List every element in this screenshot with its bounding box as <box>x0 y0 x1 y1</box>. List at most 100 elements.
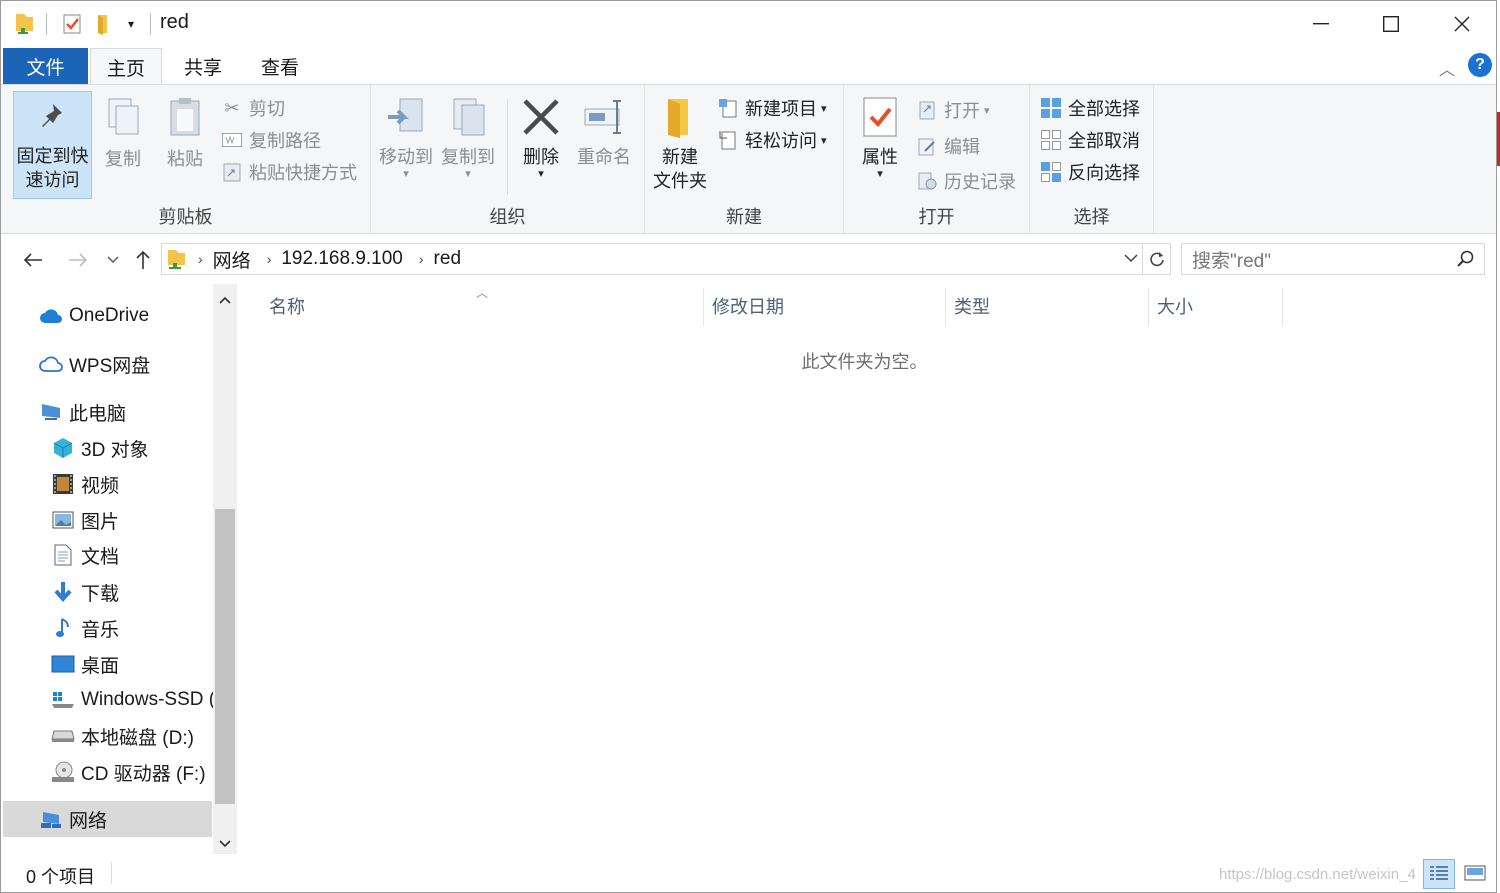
select-none-icon <box>1040 129 1062 151</box>
new-folder-label-line1: 新建 <box>662 147 698 167</box>
easy-access-icon <box>717 129 739 151</box>
pin-to-quick-access-button[interactable]: 固定到快 速访问 <box>13 91 92 199</box>
forward-arrow-icon[interactable] <box>64 246 92 274</box>
move-to-button[interactable]: 移动到 ▾ <box>377 95 435 180</box>
organize-group: 移动到 ▾ 复制到 ▾ 删除 ▾ 重命名 组织 <box>371 85 645 233</box>
select-group: 全部选择 全部取消 反向选择 选择 <box>1030 85 1154 233</box>
nav-item-documents[interactable]: 文档 <box>51 537 119 573</box>
nav-item-local-disk-d[interactable]: 本地磁盘 (D:) <box>51 718 194 754</box>
address-history-chevron-icon[interactable] <box>1124 250 1138 268</box>
nav-item-this-pc[interactable]: 此电脑 <box>39 394 126 430</box>
pin-icon <box>41 104 62 127</box>
recent-locations-chevron-icon[interactable] <box>99 246 127 274</box>
nav-item-cd-drive-f[interactable]: CD 驱动器 (F:) <box>51 754 206 790</box>
copy-path-button[interactable]: 复制路径 <box>221 125 321 155</box>
invert-selection-button[interactable]: 反向选择 <box>1040 157 1140 187</box>
copy-to-dropdown-icon: ▾ <box>465 168 471 180</box>
nav-item-network[interactable]: 网络 <box>39 801 107 837</box>
watermark-text: https://blog.csdn.net/weixin_4 <box>1219 866 1416 883</box>
scroll-down-chevron-icon[interactable] <box>217 836 233 852</box>
help-icon[interactable]: ? <box>1468 53 1492 77</box>
nav-scrollbar-thumb[interactable] <box>215 509 235 804</box>
large-icons-view-icon[interactable] <box>1459 859 1491 889</box>
tab-file[interactable]: 文件 <box>3 48 88 84</box>
breadcrumb-network[interactable]: 网络 <box>213 246 251 273</box>
column-divider[interactable] <box>1282 288 1283 326</box>
paste-shortcut-icon <box>221 161 243 183</box>
nav-label: CD 驱动器 (F:) <box>81 763 206 785</box>
nav-item-desktop[interactable]: 桌面 <box>51 646 119 682</box>
documents-icon <box>51 543 75 567</box>
nav-item-music[interactable]: 音乐 <box>51 610 119 646</box>
details-view-icon[interactable] <box>1423 859 1455 889</box>
properties-button[interactable]: 属性 ▾ <box>854 95 906 180</box>
new-group-label: 新建 <box>726 207 762 227</box>
empty-folder-message: 此文件夹为空。 <box>801 352 928 372</box>
tab-view[interactable]: 查看 <box>244 48 316 84</box>
copy-to-button[interactable]: 复制到 ▾ <box>439 95 497 180</box>
customize-quick-access-chevron-icon[interactable]: ▾ <box>121 9 141 39</box>
search-icon[interactable] <box>1456 250 1474 274</box>
history-label: 历史记录 <box>944 172 1016 192</box>
cut-button[interactable]: ✂ 剪切 <box>221 93 285 123</box>
address-bar[interactable]: › 网络 › 192.168.9.100 › red <box>161 243 1171 275</box>
folder-network-icon[interactable] <box>11 9 37 39</box>
nav-item-video[interactable]: 视频 <box>51 466 119 502</box>
close-button[interactable] <box>1427 1 1496 46</box>
paste-shortcut-button[interactable]: 粘贴快捷方式 <box>221 157 357 187</box>
delete-label: 删除 <box>523 147 559 167</box>
back-arrow-icon[interactable] <box>19 246 47 274</box>
file-list[interactable]: ︿ 名称 修改日期 类型 大小 此文件夹为空。 <box>243 284 1496 854</box>
nav-label: OneDrive <box>69 305 150 326</box>
nav-item-wps[interactable]: WPS网盘 <box>39 346 150 382</box>
properties-dropdown-icon: ▾ <box>877 168 883 180</box>
column-header-size[interactable]: 大小 <box>1131 284 1281 328</box>
delete-button[interactable]: 删除 ▾ <box>515 95 567 180</box>
new-folder-button[interactable]: 新建 文件夹 <box>651 95 709 193</box>
easy-access-label: 轻松访问 <box>745 131 817 151</box>
minimize-button[interactable] <box>1286 1 1356 46</box>
title-bar: ▾ red <box>1 1 1496 46</box>
tab-share[interactable]: 共享 <box>167 48 239 84</box>
nav-label: 3D 对象 <box>81 439 149 461</box>
column-header-date[interactable]: 修改日期 <box>686 284 946 328</box>
scroll-up-chevron-icon[interactable] <box>217 292 233 308</box>
nav-item-windows-ssd[interactable]: Windows-SSD ( <box>51 682 215 718</box>
search-box[interactable]: 搜索"red" <box>1181 243 1485 275</box>
breadcrumb-folder[interactable]: red <box>434 248 461 270</box>
easy-access-button[interactable]: 轻松访问 ▾ <box>717 125 827 155</box>
refresh-icon[interactable] <box>1142 244 1170 274</box>
open-button[interactable]: 打开 ▾ <box>916 95 990 125</box>
paste-button[interactable]: 粘贴 <box>161 95 209 171</box>
up-arrow-icon[interactable] <box>129 246 157 274</box>
collapse-ribbon-chevron-icon[interactable]: ︿ <box>1439 56 1455 80</box>
edit-button[interactable]: 编辑 <box>916 131 980 161</box>
copy-button[interactable]: 复制 <box>99 95 147 171</box>
nav-label: 视频 <box>81 475 120 497</box>
nav-item-onedrive[interactable]: OneDrive <box>39 298 149 334</box>
new-item-button[interactable]: 新建项目 ▾ <box>717 93 827 123</box>
column-header-name[interactable]: 名称 <box>243 284 703 328</box>
select-all-button[interactable]: 全部选择 <box>1040 93 1140 123</box>
invert-selection-label: 反向选择 <box>1068 163 1140 183</box>
history-button[interactable]: 历史记录 <box>916 166 1016 196</box>
nav-item-3d-objects[interactable]: 3D 对象 <box>51 430 149 466</box>
download-icon <box>51 580 75 604</box>
properties-quick-icon[interactable] <box>59 9 85 39</box>
paste-icon <box>170 98 200 136</box>
maximize-button[interactable] <box>1356 1 1426 46</box>
rename-button[interactable]: 重命名 <box>573 95 635 169</box>
select-none-label: 全部取消 <box>1068 131 1140 151</box>
delete-dropdown-icon: ▾ <box>538 168 544 180</box>
nav-item-downloads[interactable]: 下载 <box>51 574 119 610</box>
history-icon <box>916 170 938 192</box>
explorer-window: ▾ red 文件 主页 共享 查看 ︿ ? 固定到快 速访问 复制 粘贴 ✂ 剪… <box>0 0 1497 893</box>
nav-item-pictures[interactable]: 图片 <box>51 502 119 538</box>
pin-label-line1: 固定到快 <box>16 146 89 166</box>
column-header-type[interactable]: 类型 <box>928 284 1148 328</box>
breadcrumb-host[interactable]: 192.168.9.100 <box>281 248 403 270</box>
tab-home[interactable]: 主页 <box>90 48 162 85</box>
nav-label: 此电脑 <box>69 403 127 425</box>
new-folder-quick-icon[interactable] <box>91 9 117 39</box>
select-none-button[interactable]: 全部取消 <box>1040 125 1140 155</box>
